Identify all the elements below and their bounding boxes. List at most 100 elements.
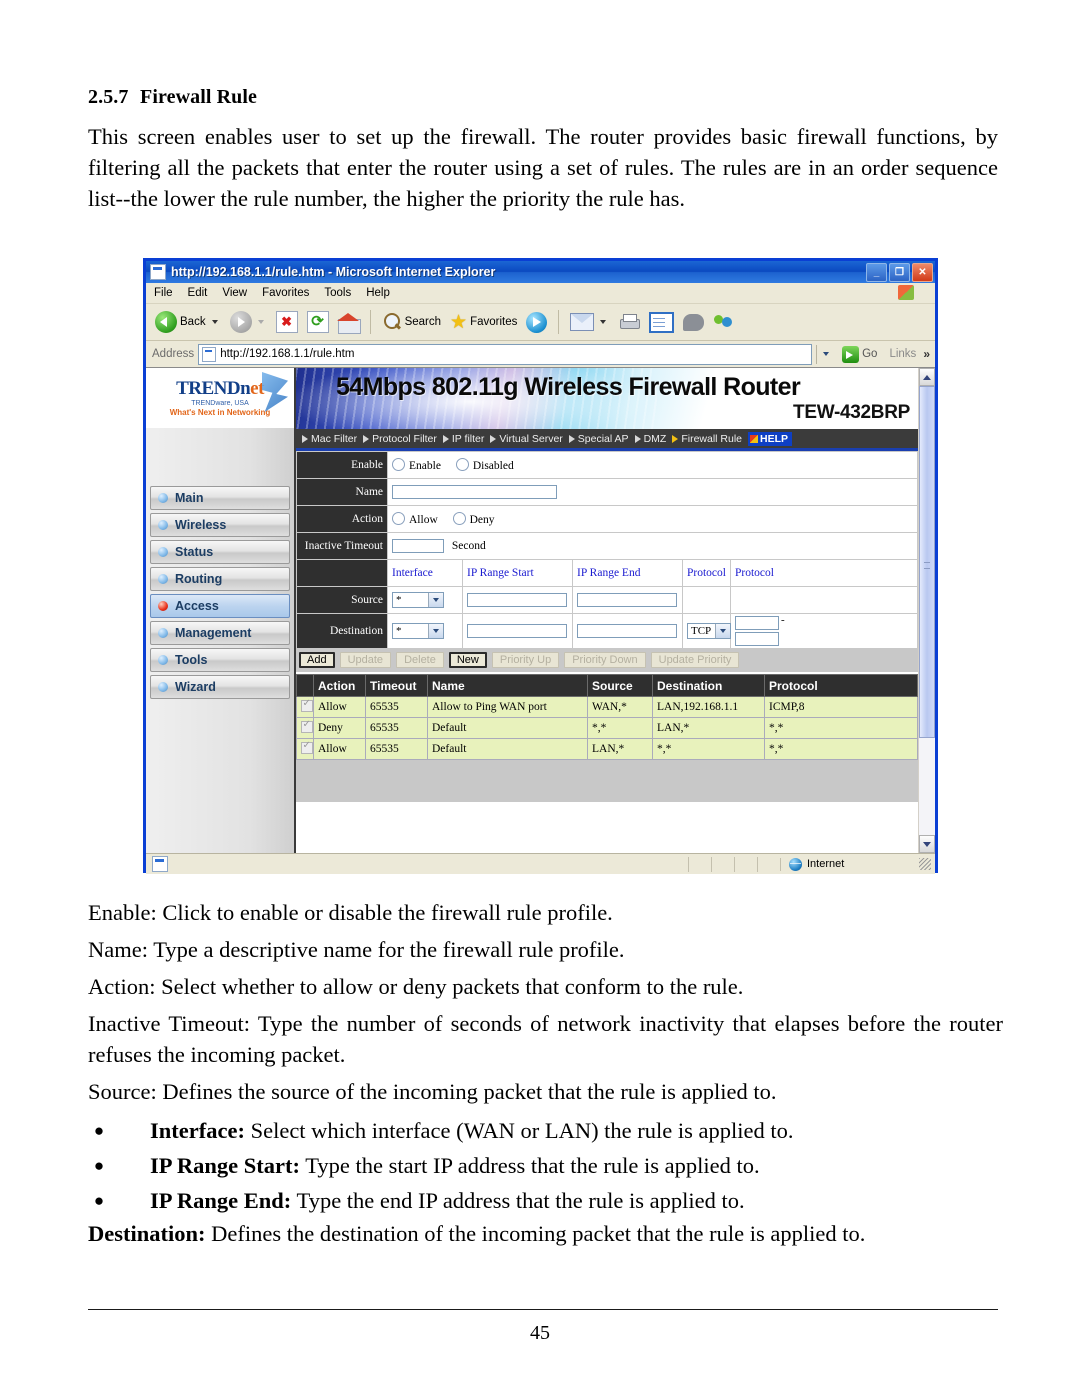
source-interface-select[interactable]: * — [392, 592, 444, 608]
name-cell — [387, 478, 918, 506]
priority-up-button[interactable]: Priority Up — [491, 652, 560, 668]
close-button[interactable]: ✕ — [912, 262, 933, 282]
table-row[interactable]: Allow 65535 Allow to Ping WAN port WAN,*… — [296, 696, 918, 718]
search-icon — [382, 312, 402, 332]
priority-down-button[interactable]: Priority Down — [564, 652, 646, 668]
discuss-button[interactable] — [680, 312, 707, 333]
scroll-up-button[interactable] — [919, 368, 935, 386]
back-dropdown-icon[interactable] — [211, 320, 218, 324]
scroll-down-button[interactable] — [919, 835, 935, 853]
source-ip-start-input[interactable] — [467, 593, 567, 607]
refresh-button[interactable] — [304, 309, 332, 335]
bullet-body: Type the start IP address that the rule … — [300, 1153, 760, 1178]
port-range-cell: - — [730, 613, 918, 649]
media-button[interactable] — [523, 310, 550, 335]
tab-dmz[interactable]: DMZ — [634, 433, 666, 445]
table-row[interactable]: Allow 65535 Default LAN,* *,* *,* — [296, 738, 918, 760]
tab-label: IP filter — [451, 432, 485, 445]
sidebar-item-main[interactable]: Main — [150, 486, 290, 510]
tab-firewall-rule[interactable]: Firewall Rule — [672, 433, 742, 445]
mail-button[interactable] — [567, 311, 612, 333]
menu-help[interactable]: Help — [366, 287, 390, 299]
menu-tools[interactable]: Tools — [324, 287, 351, 299]
messenger-button[interactable] — [710, 311, 738, 333]
destination-protocol-select[interactable]: TCP — [687, 623, 731, 639]
mail-dropdown-icon[interactable] — [600, 320, 607, 324]
forward-button[interactable] — [227, 309, 270, 335]
port-end-input[interactable] — [735, 632, 779, 646]
row-action: Allow — [313, 696, 366, 718]
tab-virtual-server[interactable]: Virtual Server — [490, 433, 563, 445]
row-checkbox[interactable] — [301, 698, 313, 712]
enable-radio[interactable] — [392, 458, 405, 471]
desc-enable: Enable: Click to enable or disable the f… — [88, 900, 613, 925]
arrow-right-icon — [302, 434, 308, 443]
search-button[interactable]: Search — [379, 310, 444, 334]
help-button[interactable]: HELP — [748, 431, 793, 446]
sidebar-item-access[interactable]: Access — [150, 594, 290, 618]
scrollbar-thumb[interactable] — [919, 386, 935, 739]
desc-source: Source: Defines the source of the incomi… — [88, 1079, 777, 1104]
table-row[interactable]: Deny 65535 Default *,* LAN,* *,* — [296, 717, 918, 739]
sidebar-item-wireless[interactable]: Wireless — [150, 513, 290, 537]
security-zone[interactable]: Internet — [780, 857, 919, 871]
toolbar-overflow-icon[interactable]: » — [920, 347, 933, 361]
port-start-input[interactable] — [735, 616, 779, 630]
name-input[interactable] — [392, 485, 557, 499]
stop-button[interactable] — [273, 309, 301, 335]
tab-special-ap[interactable]: Special AP — [568, 433, 629, 445]
edit-button[interactable] — [646, 310, 677, 335]
destination-interface-select[interactable]: * — [392, 623, 444, 639]
name-label: Name — [296, 478, 388, 506]
sidebar-item-management[interactable]: Management — [150, 621, 290, 645]
form-button-row: Add Update Delete New Priority Up Priori… — [296, 649, 918, 672]
home-button[interactable] — [335, 311, 362, 334]
print-button[interactable] — [615, 312, 643, 333]
scrollbar-track[interactable] — [919, 386, 935, 835]
destination-ip-start-input[interactable] — [467, 624, 567, 638]
row-destination: *,* — [652, 738, 765, 760]
destination-ip-end-input[interactable] — [577, 624, 677, 638]
source-ip-end-input[interactable] — [577, 593, 677, 607]
sidebar-item-status[interactable]: Status — [150, 540, 290, 564]
menu-edit[interactable]: Edit — [188, 287, 208, 299]
enable-option-label: Enable — [409, 460, 441, 472]
add-button[interactable]: Add — [299, 652, 335, 668]
favorites-button[interactable]: ★ Favorites — [447, 311, 520, 334]
vertical-scrollbar[interactable] — [918, 368, 935, 853]
port-range-dash: - — [781, 614, 785, 626]
tab-mac-filter[interactable]: Mac Filter — [302, 433, 357, 445]
maximize-button[interactable]: ❐ — [889, 262, 910, 282]
update-button[interactable]: Update — [339, 652, 392, 668]
sidebar-item-routing[interactable]: Routing — [150, 567, 290, 591]
resize-grip[interactable] — [919, 858, 931, 870]
tab-ip-filter[interactable]: IP filter — [442, 432, 485, 445]
delete-button[interactable]: Delete — [396, 652, 444, 668]
sidebar-item-wizard[interactable]: Wizard — [150, 675, 290, 699]
address-dropdown-button[interactable] — [816, 344, 835, 364]
deny-option-label: Deny — [469, 514, 495, 526]
disabled-radio[interactable] — [455, 458, 469, 471]
sidebar-item-tools[interactable]: Tools — [150, 648, 290, 672]
form-row-action: Action Allow Deny — [296, 505, 918, 533]
minimize-button[interactable]: _ — [866, 262, 887, 282]
back-button[interactable]: Back — [152, 309, 224, 335]
toolbar-divider — [369, 310, 371, 334]
go-button[interactable]: Go — [838, 345, 881, 363]
links-label[interactable]: Links — [885, 348, 916, 360]
destination-body: Defines the destination of the incoming … — [205, 1221, 866, 1246]
timeout-input[interactable] — [392, 539, 444, 553]
menu-file[interactable]: File — [154, 287, 173, 299]
address-input[interactable]: http://192.168.1.1/rule.htm — [198, 343, 813, 365]
tab-protocol-filter[interactable]: Protocol Filter — [363, 433, 437, 445]
row-checkbox[interactable] — [301, 740, 313, 754]
destination-term: Destination: — [88, 1221, 206, 1246]
update-priority-button[interactable]: Update Priority — [650, 652, 740, 668]
new-button[interactable]: New — [448, 652, 487, 668]
allow-radio[interactable] — [392, 512, 405, 525]
deny-radio[interactable] — [452, 512, 466, 525]
menu-favorites[interactable]: Favorites — [262, 287, 309, 299]
menu-view[interactable]: View — [222, 287, 247, 299]
back-arrow-icon — [155, 311, 177, 333]
row-checkbox[interactable] — [301, 719, 313, 733]
